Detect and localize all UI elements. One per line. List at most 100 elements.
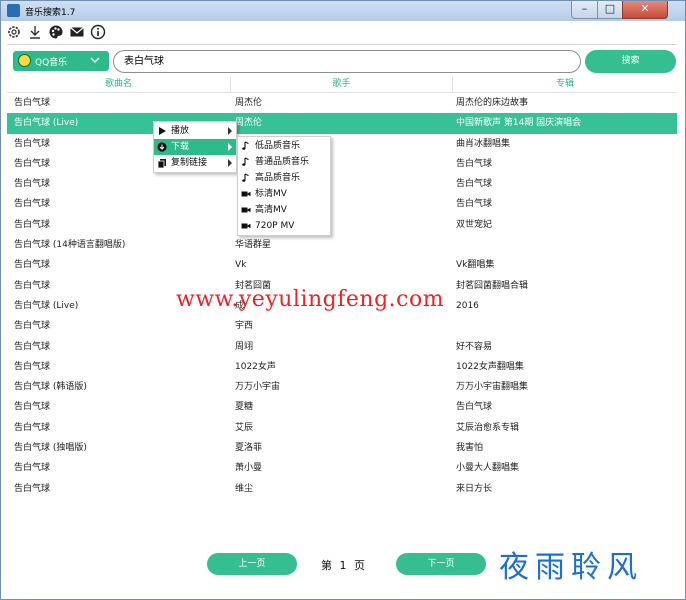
column-header-artist[interactable]: 歌手 (231, 77, 453, 93)
music-note-icon (242, 157, 249, 166)
table-row[interactable]: 告白气球 夏糖 告白气球 (7, 397, 677, 417)
download-icon[interactable] (26, 23, 44, 41)
album-cell: 我害怕 (456, 443, 484, 454)
column-header-album[interactable]: 专辑 (453, 77, 677, 93)
table-row[interactable]: 告白气球 告白气球 (7, 194, 677, 214)
song-cell: 告白气球 (14, 463, 51, 474)
album-cell: 双世宠妃 (456, 219, 493, 230)
table-row[interactable]: 告白气球 宇西 (7, 316, 677, 336)
menu-item-download[interactable]: 下载 (154, 139, 236, 155)
table-row[interactable]: 告白气球 艾辰 艾辰治愈系专辑 (7, 418, 677, 438)
menu-item-copy-link[interactable]: 复制链接 (154, 155, 236, 171)
submenu-item[interactable]: 标清MV (238, 186, 330, 202)
artist-cell: 萧小曼 (235, 463, 263, 474)
music-source-dropdown[interactable]: QQ音乐 (13, 51, 109, 71)
artist-cell: 宇西 (235, 321, 254, 332)
context-menu: 播放 下载 复制链接 (153, 121, 237, 173)
table-row[interactable]: 告白气球 (14种语言翻唱版) 华语群星 (7, 235, 677, 255)
minimize-button[interactable]: – (571, 1, 598, 19)
album-cell: 好不容易 (456, 341, 493, 352)
song-cell: 告白气球 (14, 321, 51, 332)
table-row[interactable]: 告白气球 (Live) 周杰伦 中国新歌声 第14期 国庆演唱会 (7, 113, 677, 134)
artist-cell: Vk (235, 260, 247, 271)
song-cell: 告白气球 (14, 341, 51, 352)
submenu-item[interactable]: 720P MV (238, 218, 330, 234)
search-button[interactable]: 搜索 (585, 50, 676, 73)
table-header: 歌曲名 歌手 专辑 (7, 77, 677, 93)
song-cell: 告白气球 (14, 361, 51, 372)
table-row[interactable]: 告白气球 周杰伦 周杰伦的床边故事 (7, 93, 677, 113)
table-row[interactable]: 告白气球 双世宠妃 (7, 215, 677, 235)
mail-icon[interactable] (68, 23, 86, 41)
album-cell: 艾辰治愈系专辑 (456, 422, 520, 433)
column-header-song[interactable]: 歌曲名 (7, 77, 231, 93)
artist-cell: 华语群星 (235, 240, 272, 251)
table-row[interactable]: 告白气球 (韩语版) 万万小宇宙 万万小宇宙翻唱集 (7, 377, 677, 397)
play-icon (159, 127, 166, 135)
artist-cell: 艾辰 (235, 422, 254, 433)
table-row[interactable]: 告白气球 告白气球 (7, 154, 677, 174)
song-cell: 告白气球 (独唱版) (14, 443, 87, 454)
artist-cell: 万万小宇宙 (235, 382, 281, 393)
submenu-item[interactable]: 高品质音乐 (238, 170, 330, 186)
submenu-item-label: 高清MV (255, 205, 287, 215)
table-row[interactable]: 告白气球 维尘 来日方长 (7, 479, 677, 499)
song-cell: 告白气球 (14, 219, 51, 230)
artist-cell: 维尘 (235, 483, 254, 494)
brand-logo: 夜雨聆风 (499, 550, 643, 585)
song-cell: 告白气球 (14, 422, 51, 433)
prev-page-button[interactable]: 上一页 (207, 553, 297, 575)
album-cell: 1022女声翻唱集 (456, 361, 524, 372)
video-camera-icon (241, 191, 251, 197)
table-row[interactable]: 告白气球 (独唱版) 夏洛菲 我害怕 (7, 438, 677, 458)
artist-cell: 夏洛菲 (235, 443, 263, 454)
title-bar[interactable]: 音乐搜索1.7 – □ ✕ (1, 1, 685, 21)
search-input[interactable]: 表白气球 (113, 50, 581, 73)
toolbar-divider (7, 44, 677, 45)
album-cell: 中国新歌声 第14期 国庆演唱会 (456, 118, 582, 129)
maximize-button[interactable]: □ (597, 1, 623, 19)
menu-item-play[interactable]: 播放 (154, 123, 236, 139)
info-icon[interactable] (89, 23, 107, 41)
song-cell: 告白气球 (14, 483, 51, 494)
table-row[interactable]: 告白气球 1022女声 1022女声翻唱集 (7, 357, 677, 377)
app-icon (7, 4, 20, 17)
submenu-item-label: 低品质音乐 (255, 141, 301, 151)
video-camera-icon (241, 223, 251, 229)
submenu-arrow-icon (228, 159, 232, 167)
video-camera-icon (241, 207, 251, 213)
table-row[interactable]: 告白气球 Vk Vk翻唱集 (7, 255, 677, 275)
settings-icon[interactable] (5, 23, 23, 41)
album-cell: 曲肖冰翻唱集 (456, 138, 511, 149)
music-note-icon (242, 173, 249, 182)
palette-icon[interactable] (47, 23, 65, 41)
submenu-item-label: 720P MV (255, 221, 295, 231)
album-cell: 小曼大人翻唱集 (456, 463, 520, 474)
album-cell: 万万小宇宙翻唱集 (456, 382, 529, 393)
album-cell: 告白气球 (456, 199, 493, 210)
submenu-item[interactable]: 低品质音乐 (238, 138, 330, 154)
page-indicator: 第 1 页 (321, 557, 365, 573)
submenu-item[interactable]: 高清MV (238, 202, 330, 218)
album-cell: Vk翻唱集 (456, 260, 495, 271)
copy-icon (157, 159, 166, 168)
table-row[interactable]: 告白气球 告白气球 (7, 174, 677, 194)
song-cell: 告白气球 (14, 260, 51, 271)
table-row[interactable]: 告白气球 曲肖冰翻唱集 (7, 134, 677, 154)
next-page-button[interactable]: 下一页 (396, 553, 486, 575)
menu-item-label: 复制链接 (171, 158, 208, 168)
submenu-item[interactable]: 普通品质音乐 (238, 154, 330, 170)
music-source-label: QQ音乐 (35, 58, 68, 68)
artist-cell: 周杰伦 (235, 98, 263, 108)
close-button[interactable]: ✕ (622, 1, 668, 19)
song-cell: 告白气球 (韩语版) (14, 382, 87, 393)
submenu-arrow-icon (228, 143, 232, 151)
download-submenu: 低品质音乐普通品质音乐 高品质音乐 标清MV 高清MV 720P MV (237, 136, 331, 236)
song-cell: 告白气球 (14, 402, 51, 413)
table-row[interactable]: 告白气球 周翊 好不容易 (7, 337, 677, 357)
album-cell: 2016 (456, 300, 479, 311)
app-window: 音乐搜索1.7 – □ ✕ QQ音乐 表白气球 搜索 歌曲名 歌手 专辑 告白气… (0, 0, 686, 600)
table-row[interactable]: 告白气球 萧小曼 小曼大人翻唱集 (7, 458, 677, 478)
album-cell: 告白气球 (456, 158, 493, 169)
download-circle-icon (157, 142, 167, 152)
